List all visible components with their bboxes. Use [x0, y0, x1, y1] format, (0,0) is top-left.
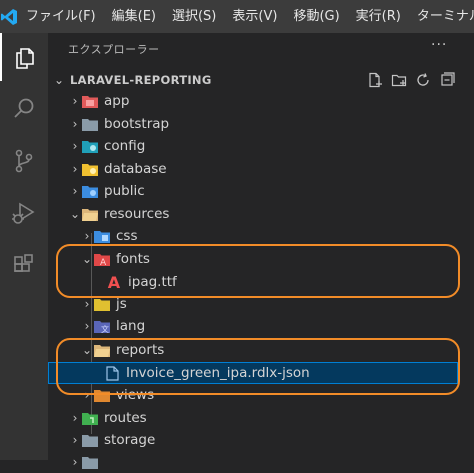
menu-selection[interactable]: 選択(S)	[164, 0, 224, 33]
tree-folder-config[interactable]: › config	[48, 135, 474, 157]
tree-label: js	[116, 296, 127, 312]
tree-label: app	[104, 93, 129, 109]
folder-icon	[82, 116, 98, 132]
folder-icon	[82, 454, 98, 470]
folder-app-icon	[82, 93, 98, 109]
source-control-icon[interactable]	[0, 137, 48, 185]
tree-folder-bootstrap[interactable]: › bootstrap	[48, 113, 474, 135]
tree-folder-partial: ›	[48, 451, 474, 473]
more-actions-button[interactable]: ···	[431, 37, 447, 53]
new-file-icon[interactable]	[366, 71, 384, 89]
chevron-right-icon: ›	[68, 411, 82, 425]
menu-file[interactable]: ファイル(F)	[18, 0, 104, 33]
menu-edit[interactable]: 編集(E)	[104, 0, 164, 33]
chevron-right-icon: ›	[80, 319, 94, 333]
chevron-down-icon: ⌄	[68, 207, 82, 221]
chevron-right-icon: ›	[68, 455, 82, 469]
vscode-logo-icon	[0, 0, 18, 33]
tree-folder-lang[interactable]: › 文 lang	[48, 315, 474, 337]
extensions-icon[interactable]	[0, 241, 48, 289]
chevron-right-icon: ›	[68, 94, 82, 108]
tree-label: storage	[104, 432, 155, 448]
chevron-right-icon: ›	[80, 297, 94, 311]
chevron-right-icon: ›	[80, 229, 94, 243]
folder-config-icon	[82, 138, 98, 154]
folder-database-icon	[82, 161, 98, 177]
refresh-icon[interactable]	[414, 71, 432, 89]
tree-folder-routes[interactable]: › routes	[48, 407, 474, 429]
chevron-down-icon: ⌄	[48, 73, 70, 87]
chevron-right-icon: ›	[68, 184, 82, 198]
folder-icon	[82, 432, 98, 448]
menu-go[interactable]: 移動(G)	[285, 0, 347, 33]
project-name: LARAVEL-REPORTING	[70, 73, 212, 87]
project-section-header[interactable]: ⌄ LARAVEL-REPORTING	[48, 69, 474, 91]
tree-folder-app[interactable]: › app	[48, 90, 474, 112]
highlight-box-reports	[56, 338, 460, 395]
folder-lang-icon: 文	[94, 318, 110, 334]
menu-view[interactable]: 表示(V)	[224, 0, 285, 33]
tree-label: config	[104, 138, 145, 154]
tree-label: routes	[104, 410, 147, 426]
tree-label: public	[104, 183, 145, 199]
chevron-right-icon: ›	[68, 117, 82, 131]
tree-label: lang	[116, 318, 145, 334]
highlight-box-fonts	[56, 244, 460, 298]
menu-terminal[interactable]: ターミナル	[409, 0, 474, 33]
folder-js-icon	[94, 296, 110, 312]
collapse-all-icon[interactable]	[438, 71, 456, 89]
tree-label: bootstrap	[104, 116, 169, 132]
menu-bar: ファイル(F) 編集(E) 選択(S) 表示(V) 移動(G) 実行(R) ター…	[0, 0, 474, 33]
search-icon[interactable]	[0, 85, 48, 133]
explorer-title: エクスプローラー	[68, 41, 160, 57]
tree-folder-storage[interactable]: › storage	[48, 429, 474, 451]
folder-css-icon	[94, 228, 110, 244]
chevron-right-icon: ›	[68, 139, 82, 153]
tree-folder-database[interactable]: › database	[48, 158, 474, 180]
folder-open-icon	[82, 206, 98, 222]
tree-label: resources	[104, 206, 169, 222]
tree-label: css	[116, 228, 138, 244]
folder-public-icon	[82, 183, 98, 199]
files-icon[interactable]	[0, 33, 48, 81]
tree-label: database	[104, 161, 167, 177]
chevron-right-icon: ›	[68, 433, 82, 447]
new-folder-icon[interactable]	[390, 71, 408, 89]
tree-folder-public[interactable]: › public	[48, 180, 474, 202]
activity-bar	[0, 33, 48, 460]
menu-run[interactable]: 実行(R)	[348, 0, 409, 33]
run-debug-icon[interactable]	[0, 189, 48, 237]
tree-folder-resources[interactable]: ⌄ resources	[48, 203, 474, 225]
folder-routes-icon	[82, 410, 98, 426]
svg-text:文: 文	[101, 324, 109, 333]
chevron-right-icon: ›	[68, 162, 82, 176]
